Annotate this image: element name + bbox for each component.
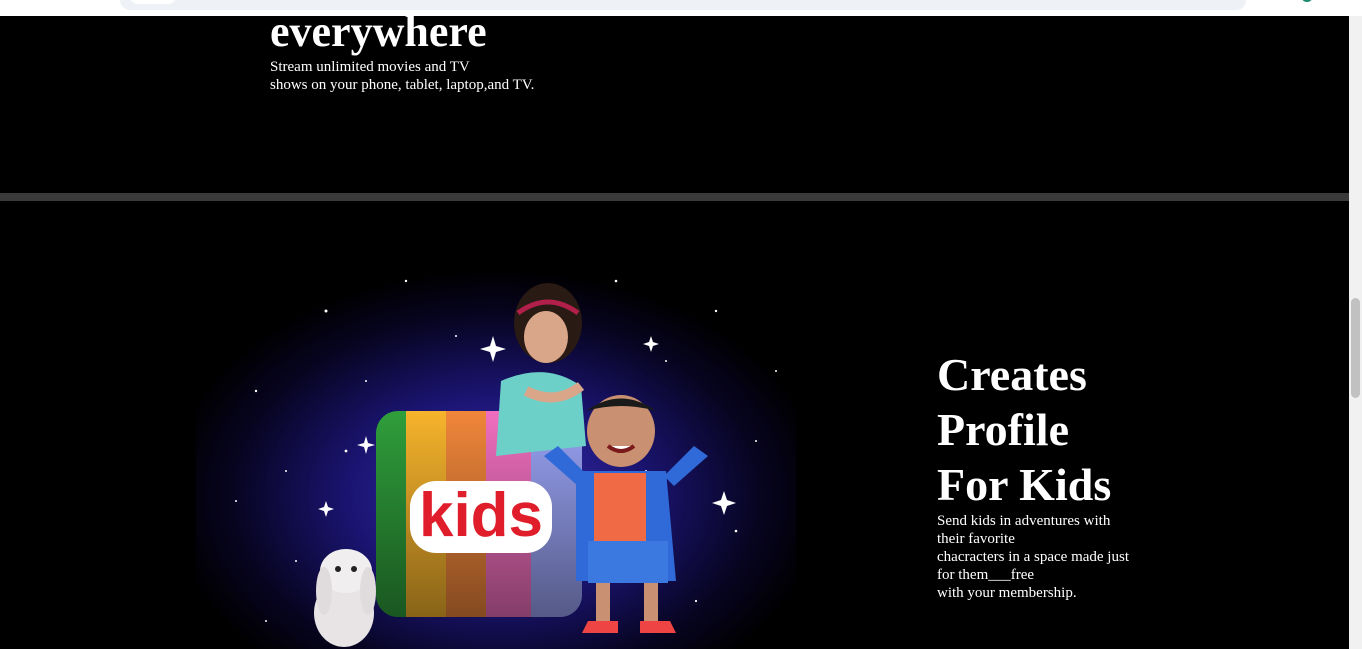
site-info-chip[interactable]	[130, 0, 176, 4]
title-line: Creates	[937, 349, 1087, 400]
section-title: everywhere	[270, 16, 487, 56]
extension-icon[interactable]	[1301, 0, 1313, 2]
description-line: Stream unlimited movies and TV	[270, 59, 470, 75]
kids-logo-text: kids	[419, 481, 543, 550]
description-line: chacracters in a space made just	[937, 549, 1129, 565]
browser-toolbar	[0, 0, 1362, 16]
description-line: shows on your phone, tablet, laptop,and …	[270, 77, 535, 93]
description-line: for them___free	[937, 567, 1035, 583]
bunny-character	[314, 549, 376, 647]
kids-illustration: kids	[196, 241, 796, 649]
title-line: Profile	[937, 404, 1069, 455]
section-title: Creates Profile For Kids	[937, 347, 1111, 512]
description-line: with your membership.	[937, 585, 1077, 601]
page-content: everywhere Stream unlimited movies and T…	[0, 16, 1349, 649]
address-bar[interactable]	[120, 0, 1246, 10]
description-line: their favorite	[937, 531, 1015, 547]
kids-profile-section: kids Creates Profile For Kids Send kids …	[0, 201, 1349, 649]
title-line: For Kids	[937, 459, 1112, 510]
vertical-scrollbar[interactable]	[1349, 16, 1362, 649]
section-divider	[0, 193, 1349, 201]
watch-everywhere-section: everywhere Stream unlimited movies and T…	[0, 16, 1349, 193]
scrollbar-thumb[interactable]	[1351, 298, 1360, 398]
description-line: Send kids in adventures with	[937, 513, 1111, 529]
section-description: Stream unlimited movies and TV shows on …	[270, 58, 534, 94]
section-description: Send kids in adventures with their favor…	[937, 512, 1152, 602]
